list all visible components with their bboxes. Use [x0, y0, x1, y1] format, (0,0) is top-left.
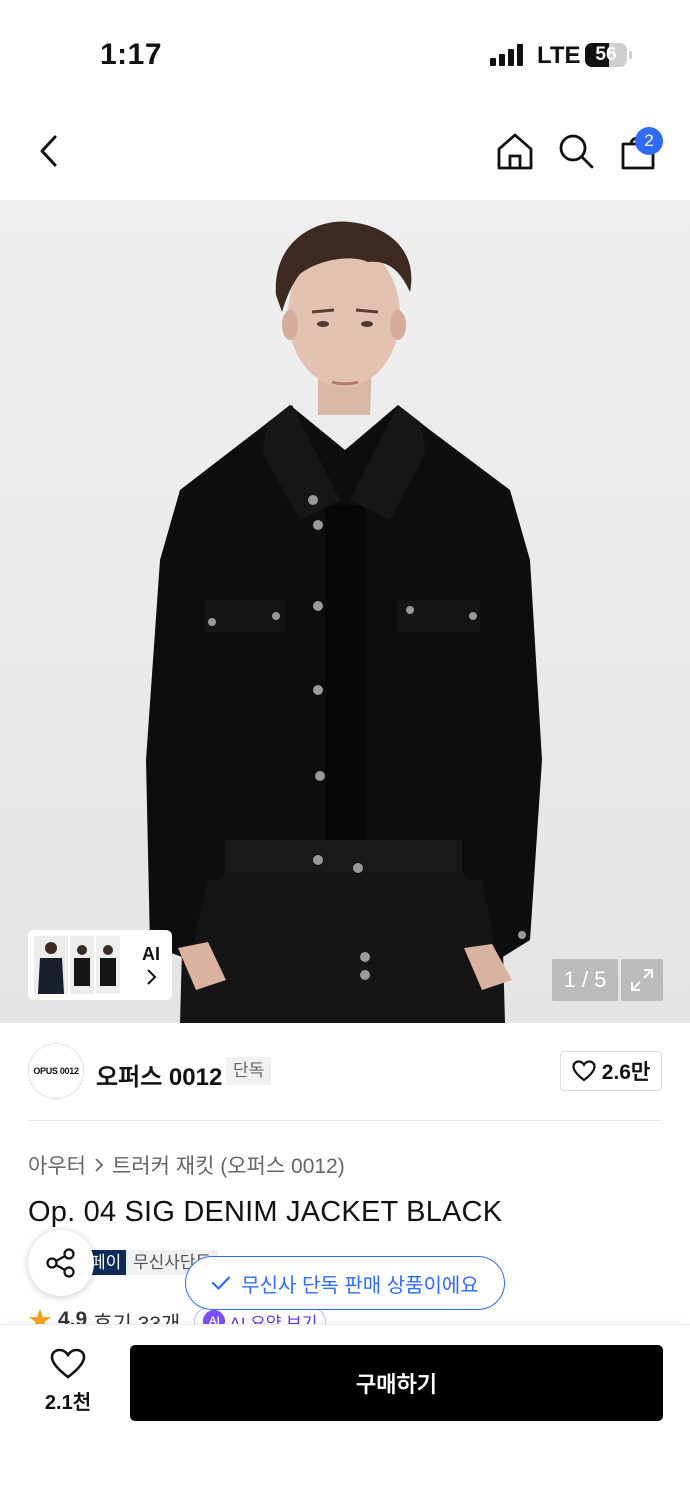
- share-button[interactable]: [28, 1230, 94, 1296]
- battery-icon: 56: [585, 43, 627, 67]
- ai-icon: AI: [203, 1310, 226, 1324]
- battery-tip: [629, 51, 632, 59]
- rating-row: 4.9 후기 33개 AI AI 요약 보기: [28, 1308, 662, 1324]
- brand-like-count: 2.6만: [601, 1061, 651, 1084]
- exclusive-toast: 무신사 단독 판매 상품이에요: [185, 1256, 505, 1310]
- search-icon: [559, 134, 594, 169]
- search-button[interactable]: [553, 128, 599, 174]
- heart-icon: [572, 1060, 596, 1082]
- brand-like-button[interactable]: 2.6만: [560, 1051, 662, 1091]
- rating-score: 4.9: [58, 1308, 88, 1324]
- star-icon: [29, 1309, 51, 1324]
- breadcrumb: 아우터 트러커 재킷 (오퍼스 0012): [28, 1150, 345, 1180]
- heart-icon: [50, 1348, 86, 1379]
- ai-summary-label: AI 요약 보기: [229, 1313, 318, 1325]
- signal-icon: [490, 44, 523, 66]
- divider: [28, 1120, 662, 1121]
- check-icon: [212, 1276, 231, 1290]
- toast-text: 무신사 단독 판매 상품이에요: [241, 1274, 479, 1297]
- expand-button[interactable]: [621, 959, 663, 1001]
- chevron-right-icon: [95, 1158, 104, 1172]
- home-icon: [497, 133, 533, 170]
- brand-logo[interactable]: OPUS 0012: [28, 1043, 84, 1099]
- brand-row: OPUS 0012 오퍼스 0012 단독 2.6만: [28, 1043, 662, 1101]
- wishlist-count: 2.1천: [44, 1392, 92, 1414]
- breadcrumb-subcategory[interactable]: 트러커 재킷 (오퍼스 0012): [112, 1150, 345, 1180]
- cart-count-badge: 2: [635, 127, 663, 155]
- chevron-right-icon: [147, 969, 157, 985]
- review-count[interactable]: 후기 33개: [93, 1308, 180, 1324]
- chevron-left-icon: [40, 135, 57, 167]
- product-title: Op. 04 SIG DENIM JACKET BLACK: [28, 1196, 503, 1228]
- status-bar: 1:17 LTE 56: [0, 0, 690, 100]
- ai-summary-button[interactable]: AI AI 요약 보기: [194, 1308, 327, 1325]
- buy-button[interactable]: 구매하기: [130, 1345, 663, 1421]
- thumbnail[interactable]: [96, 936, 120, 994]
- breadcrumb-category[interactable]: 아우터: [28, 1150, 86, 1180]
- wishlist-button[interactable]: 2.1천: [36, 1348, 100, 1418]
- status-time: 1:17: [100, 38, 163, 71]
- thumbnail[interactable]: [34, 936, 68, 994]
- back-button[interactable]: [26, 128, 72, 174]
- network-label: LTE: [537, 42, 581, 69]
- ai-thumbnail-strip[interactable]: [28, 930, 172, 1000]
- battery-percent: 56: [595, 44, 617, 65]
- home-button[interactable]: [492, 128, 538, 174]
- brand-name[interactable]: 오퍼스 0012: [96, 1057, 222, 1092]
- ai-thumbnail-label: AI: [142, 944, 160, 964]
- product-image[interactable]: [0, 200, 690, 1023]
- exclusive-tag: 단독: [226, 1057, 272, 1085]
- top-nav: [0, 100, 690, 200]
- model-photo: [146, 221, 542, 1023]
- expand-icon: [631, 969, 653, 991]
- image-counter: 1 / 5: [552, 959, 618, 1001]
- thumbnail[interactable]: [70, 936, 94, 994]
- share-icon: [46, 1248, 75, 1278]
